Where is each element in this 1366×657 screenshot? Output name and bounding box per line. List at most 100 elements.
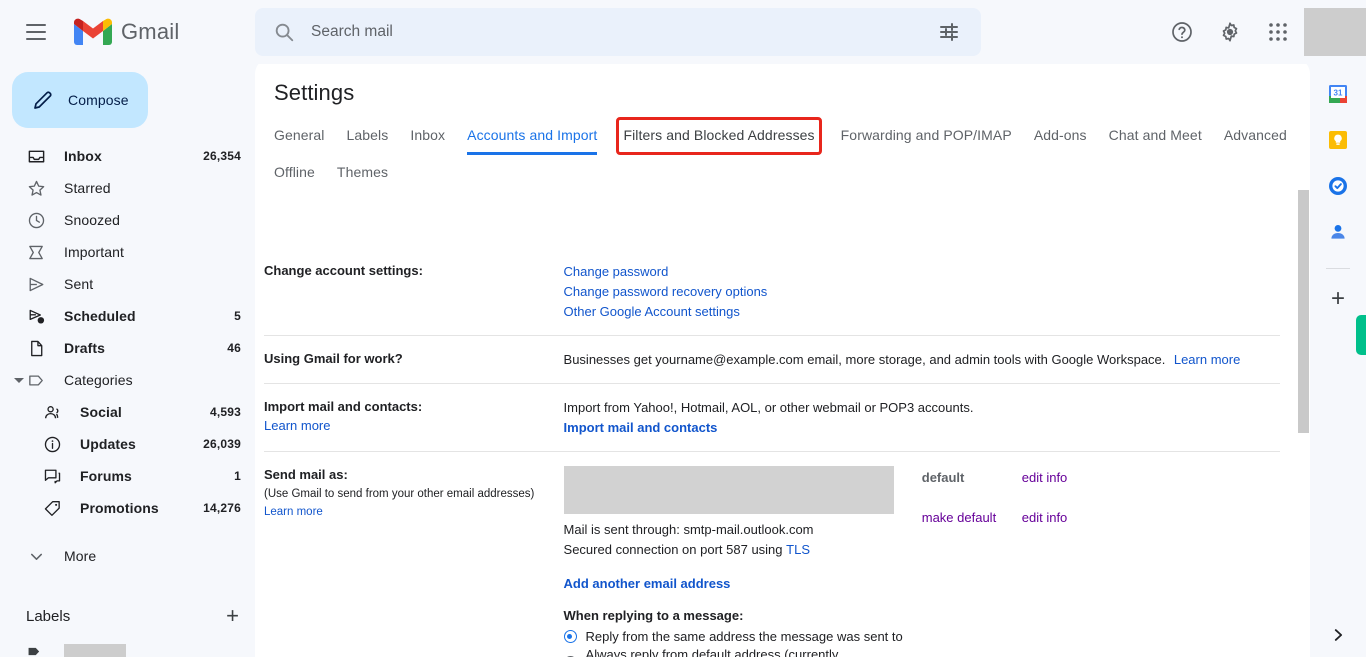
make-default-link[interactable]: make default: [922, 508, 1004, 528]
sidebar-item-more[interactable]: More: [0, 540, 255, 572]
tab-chat-and-meet[interactable]: Chat and Meet: [1109, 120, 1202, 152]
gmail-brand: Gmail: [74, 18, 179, 47]
tab-advanced[interactable]: Advanced: [1224, 120, 1287, 152]
tab-forwarding-and-pop-imap[interactable]: Forwarding and POP/IMAP: [841, 120, 1012, 152]
scheduled-icon: [26, 306, 46, 326]
google-calendar-icon[interactable]: 31: [1326, 82, 1350, 106]
sidebar-item-drafts[interactable]: Drafts 46: [0, 332, 255, 364]
settings-table: Change account settings: Change password…: [264, 248, 1280, 657]
change-password-link[interactable]: Change password: [564, 262, 669, 282]
label-list-item[interactable]: [0, 636, 255, 657]
tls-link[interactable]: TLS: [786, 540, 810, 560]
search-bar[interactable]: [255, 8, 981, 56]
compose-button[interactable]: Compose: [12, 72, 148, 128]
gmail-for-work-learn-more-link[interactable]: Learn more: [1174, 350, 1240, 370]
sidebar-label: Important: [64, 244, 125, 260]
other-google-account-settings-link[interactable]: Other Google Account settings: [564, 302, 740, 322]
sidebar-item-updates[interactable]: Updates 26,039: [0, 428, 255, 460]
tab-filters-and-blocked-addresses[interactable]: Filters and Blocked Addresses: [616, 117, 822, 155]
sidebar-label: Sent: [64, 276, 94, 292]
top-bar-icons: [1160, 0, 1300, 64]
sidebar-label: Starred: [64, 180, 111, 196]
sidebar-item-important[interactable]: Important: [0, 236, 255, 268]
important-icon: [26, 242, 46, 262]
google-contacts-icon[interactable]: [1326, 220, 1350, 244]
send-mail-as-sub: (Use Gmail to send from your other email…: [264, 488, 535, 500]
add-app-button[interactable]: +: [1331, 287, 1345, 311]
svg-text:31: 31: [1334, 89, 1343, 98]
edit-info-link[interactable]: edit info: [1022, 508, 1068, 528]
sidebar-label: Updates: [80, 436, 136, 452]
forum-icon: [42, 466, 62, 486]
smtp-line: Mail is sent through: smtp-mail.outlook.…: [563, 522, 814, 537]
sidebar-item-inbox[interactable]: Inbox 26,354: [0, 140, 255, 172]
clock-icon: [26, 210, 46, 230]
tab-inbox[interactable]: Inbox: [410, 120, 445, 152]
apps-grid-icon[interactable]: [1256, 10, 1300, 54]
sidebar-count: 4,593: [209, 405, 241, 419]
label-icon: [26, 370, 46, 390]
sidebar-label: Social: [80, 404, 122, 420]
settings-tabs-row-1: General Labels Inbox Accounts and Import…: [255, 106, 1310, 155]
tab-general[interactable]: General: [274, 120, 325, 152]
import-learn-more-link[interactable]: Learn more: [264, 416, 330, 436]
settings-scrollbar-thumb[interactable]: [1298, 190, 1309, 433]
sidebar-label: Promotions: [80, 500, 159, 516]
inbox-icon: [26, 146, 46, 166]
tune-icon[interactable]: [937, 20, 961, 44]
radio-button-same-address[interactable]: [563, 630, 577, 643]
left-sidebar: Compose Inbox 26,354 Starred Snoozed Imp…: [0, 64, 255, 657]
tab-themes[interactable]: Themes: [337, 155, 388, 189]
people-icon: [42, 402, 62, 422]
change-password-recovery-link[interactable]: Change password recovery options: [564, 282, 768, 302]
add-another-email-address-link[interactable]: Add another email address: [564, 574, 731, 594]
green-accent-tab[interactable]: [1356, 315, 1366, 355]
reply-default-address-option[interactable]: Always reply from default address (curre…: [563, 647, 922, 657]
sidebar-item-sent[interactable]: Sent: [0, 268, 255, 300]
gmail-logo-icon: [74, 18, 112, 47]
sidebar-item-social[interactable]: Social 4,593: [0, 396, 255, 428]
chevron-right-icon[interactable]: [1328, 625, 1348, 645]
import-mail-and-contacts-link[interactable]: Import mail and contacts: [564, 418, 718, 438]
avatar[interactable]: [1304, 8, 1366, 56]
hamburger-icon[interactable]: [12, 8, 60, 56]
sidebar-count: 46: [227, 341, 241, 355]
default-state-label: default: [921, 470, 965, 485]
help-icon[interactable]: [1160, 10, 1204, 54]
sidebar-count: 1: [234, 469, 241, 483]
send-mail-as-learn-more-link[interactable]: Learn more: [264, 502, 323, 522]
sidebar-count: 5: [234, 309, 241, 323]
top-app-bar: Gmail: [0, 0, 1366, 64]
sidebar-nav-list: Inbox 26,354 Starred Snoozed Important S…: [0, 140, 255, 572]
sidebar-item-snoozed[interactable]: Snoozed: [0, 204, 255, 236]
google-keep-icon[interactable]: [1326, 128, 1350, 152]
gmail-wordmark: Gmail: [121, 19, 180, 44]
settings-row-change-account: Change account settings: Change password…: [264, 248, 1280, 336]
reply-option-label: Reply from the same address the message …: [585, 629, 903, 644]
plus-icon[interactable]: +: [226, 605, 239, 627]
tab-accounts-and-import[interactable]: Accounts and Import: [467, 120, 598, 155]
settings-row-send-mail-as: Send mail as: (Use Gmail to send from yo…: [264, 451, 1280, 657]
settings-panel: Settings General Labels Inbox Accounts a…: [255, 58, 1310, 657]
compose-label: Compose: [68, 92, 129, 108]
send-mail-as-action-row: default edit info: [922, 468, 1280, 488]
sidebar-item-categories[interactable]: Categories: [0, 364, 255, 396]
sidebar-item-starred[interactable]: Starred: [0, 172, 255, 204]
google-tasks-icon[interactable]: [1326, 174, 1350, 198]
sidebar-item-promotions[interactable]: Promotions 14,276: [0, 492, 255, 524]
tag-icon: [26, 643, 44, 657]
gear-icon[interactable]: [1208, 10, 1252, 54]
tab-offline[interactable]: Offline: [274, 155, 315, 189]
import-text: Import from Yahoo!, Hotmail, AOL, or oth…: [563, 400, 974, 415]
info-icon: [42, 434, 62, 454]
search-input[interactable]: [311, 23, 937, 41]
row-label: Send mail as:: [264, 467, 348, 482]
sidebar-item-forums[interactable]: Forums 1: [0, 460, 255, 492]
tab-add-ons[interactable]: Add-ons: [1034, 120, 1087, 152]
reply-same-address-option[interactable]: Reply from the same address the message …: [563, 629, 922, 644]
sidebar-label: Categories: [64, 372, 133, 388]
tab-labels[interactable]: Labels: [347, 120, 389, 152]
sidebar-item-scheduled[interactable]: Scheduled 5: [0, 300, 255, 332]
pencil-icon: [34, 91, 52, 109]
edit-info-link[interactable]: edit info: [1022, 468, 1068, 488]
